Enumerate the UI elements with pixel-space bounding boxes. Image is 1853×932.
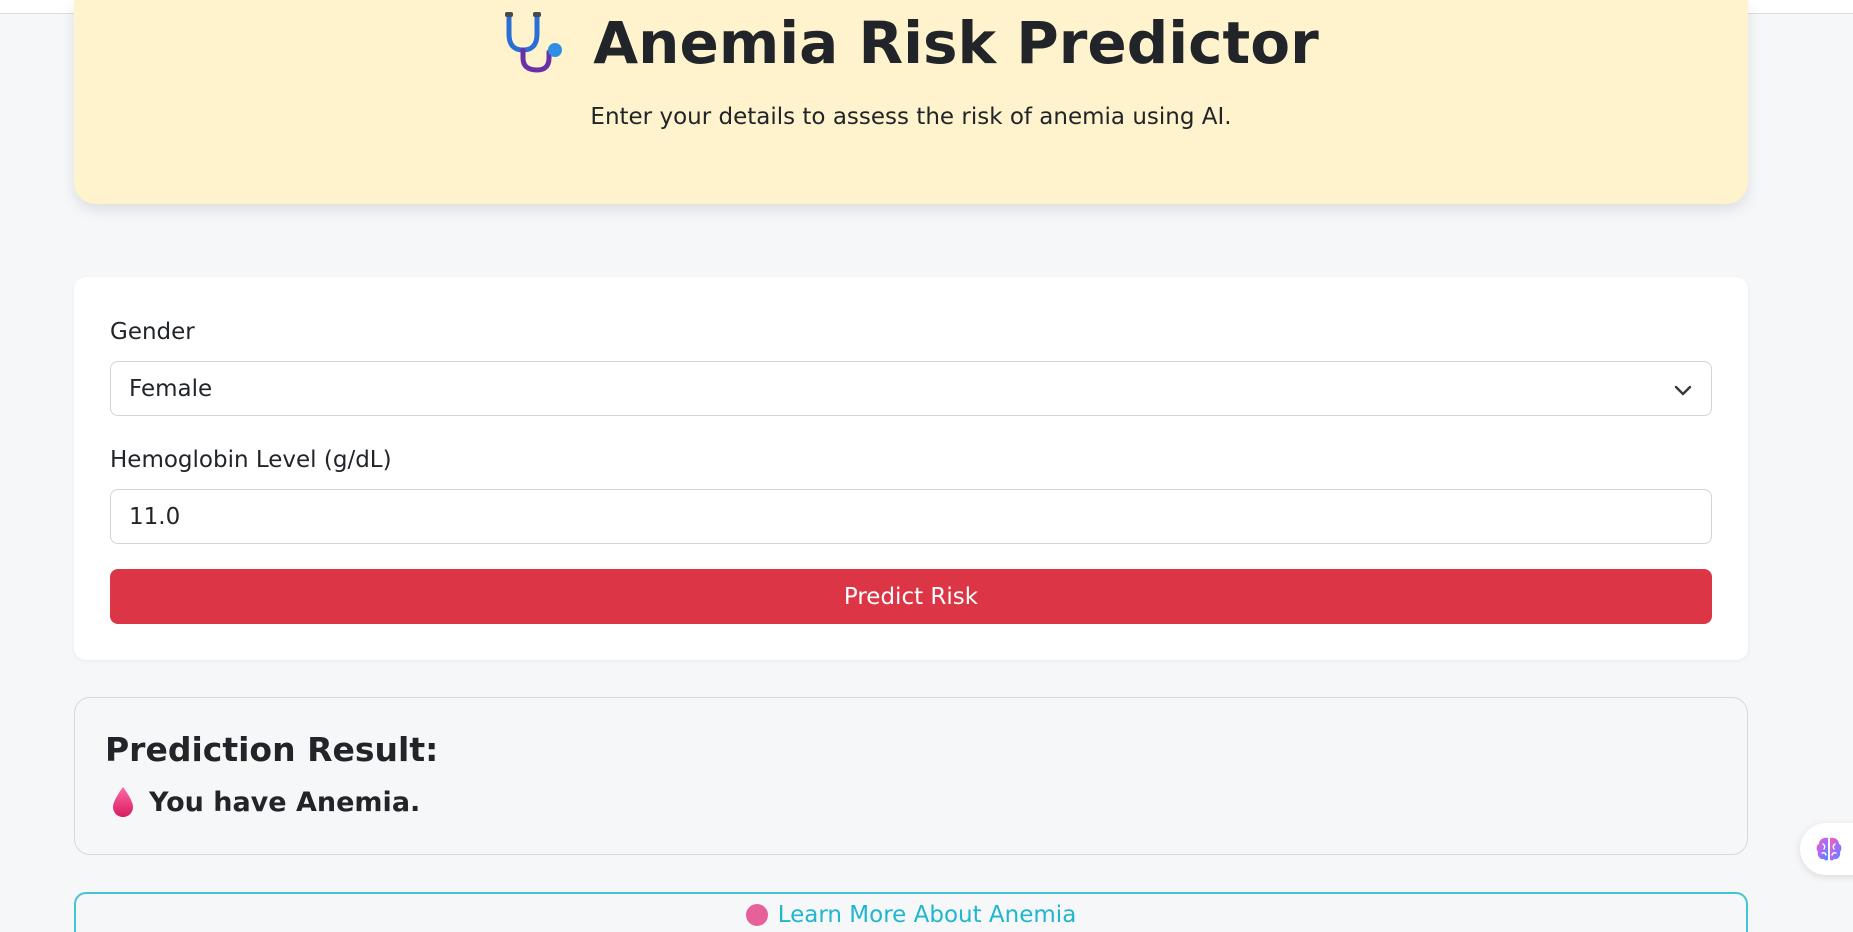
header-banner: Anemia Risk Predictor Enter your details… [74,0,1748,204]
learn-more-content: Learn More About Anemia [76,902,1746,928]
gender-selected-value: Female [129,376,213,402]
learn-more-label: Learn More About Anemia [777,902,1077,928]
result-heading: Prediction Result: [105,730,439,769]
chevron-down-icon [1674,385,1692,396]
learn-more-button[interactable]: Learn More About Anemia [74,892,1748,932]
predict-risk-button[interactable]: Predict Risk [110,569,1712,624]
gender-select[interactable]: Female [110,361,1712,416]
page-title: Anemia Risk Predictor [593,9,1319,77]
prediction-form: Gender Female Hemoglobin Level (g/dL) 11… [74,277,1748,660]
info-icon [745,904,768,926]
blood-drop-icon [113,787,133,817]
gender-label: Gender [110,319,195,345]
prediction-result-panel: Prediction Result: You have Anemia. [74,697,1748,855]
hemoglobin-input[interactable]: 11.0 [110,489,1712,544]
title-row: Anemia Risk Predictor [74,8,1748,78]
hemoglobin-value: 11.0 [129,504,181,530]
stethoscope-icon [505,12,563,73]
result-message: You have Anemia. [149,786,421,818]
result-message-row: You have Anemia. [111,786,420,818]
hemoglobin-label: Hemoglobin Level (g/dL) [110,447,392,473]
brain-icon [1816,837,1842,861]
page-subtitle: Enter your details to assess the risk of… [590,104,1232,130]
assistant-floating-button[interactable] [1800,823,1853,875]
